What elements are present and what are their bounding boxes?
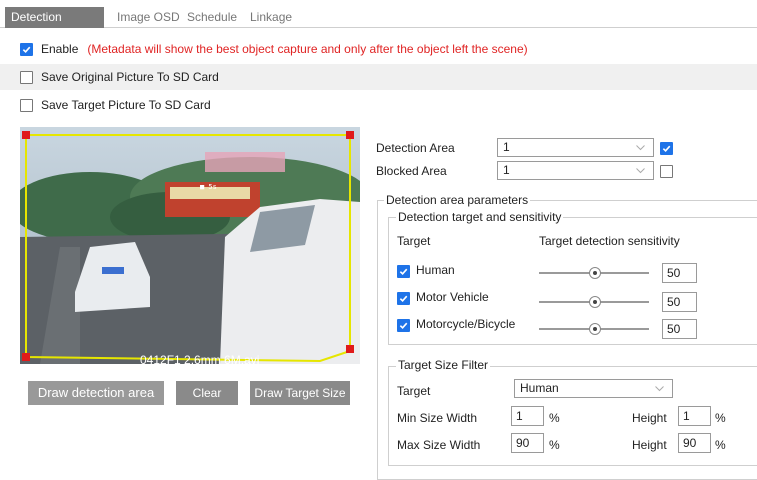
draw-target-size-button[interactable]: Draw Target Size [250, 381, 350, 405]
tab-image-osd[interactable]: Image OSD [111, 7, 186, 28]
target-size-filter-title: Target Size Filter [396, 358, 491, 372]
min-height-unit: % [715, 411, 726, 425]
slider-knob[interactable] [589, 296, 601, 308]
chevron-down-icon [655, 386, 664, 392]
clear-button[interactable]: Clear [176, 381, 238, 405]
size-target-select[interactable]: Human [514, 379, 673, 398]
min-width-label: Min Size Width [397, 411, 478, 425]
slider-knob[interactable] [589, 267, 601, 279]
motor-vehicle-sensitivity-input[interactable]: 50 [662, 292, 697, 312]
save-target-checkbox[interactable] [20, 98, 33, 112]
chevron-down-icon [636, 168, 645, 174]
motor-vehicle-sensitivity-slider[interactable] [539, 296, 649, 308]
min-height-label: Height [632, 411, 667, 425]
target-sensitivity-title: Detection target and sensitivity [396, 210, 564, 224]
blocked-area-label: Blocked Area [376, 164, 447, 178]
detection-area-select[interactable]: 1 [497, 138, 654, 157]
tab-detection-config[interactable]: Detection Config [5, 7, 104, 45]
slider-knob[interactable] [589, 323, 601, 335]
video-overlay-text: 0412F1 2.6mm 6M.avi [140, 353, 260, 364]
save-original-row: Save Original Picture To SD Card [0, 64, 757, 90]
tab-bar: Detection Config Image OSD Schedule Link… [0, 0, 757, 45]
draw-detection-area-button[interactable]: Draw detection area [28, 381, 164, 405]
save-target-row: Save Target Picture To SD Card [0, 92, 757, 118]
motorcycle-bicycle-label: Motorcycle/Bicycle [416, 317, 516, 331]
human-checkbox[interactable] [397, 265, 410, 278]
max-width-unit: % [549, 438, 560, 452]
human-sensitivity-slider[interactable] [539, 267, 649, 279]
blocked-area-select[interactable]: 1 [497, 161, 654, 180]
blocked-area-checkbox[interactable] [660, 165, 673, 178]
human-label: Human [416, 263, 455, 277]
max-width-input[interactable]: 90 [511, 433, 544, 453]
motor-vehicle-label: Motor Vehicle [416, 290, 489, 304]
max-height-unit: % [715, 438, 726, 452]
save-original-label: Save Original Picture To SD Card [41, 70, 219, 84]
save-original-checkbox[interactable] [20, 70, 33, 84]
size-target-label: Target [397, 384, 431, 398]
motorcycle-bicycle-checkbox[interactable] [397, 319, 410, 332]
detection-params-title: Detection area parameters [384, 193, 531, 207]
detection-area-label: Detection Area [376, 141, 455, 155]
enable-row: Enable (Metadata will show the best obje… [0, 36, 757, 62]
col-target-label: Target [397, 234, 431, 248]
tab-schedule[interactable]: Schedule [181, 7, 243, 28]
tab-linkage[interactable]: Linkage [244, 7, 298, 28]
max-width-label: Max Size Width [397, 438, 481, 452]
chevron-down-icon [636, 145, 645, 151]
motorcycle-bicycle-sensitivity-slider[interactable] [539, 323, 649, 335]
enable-label: Enable [41, 42, 79, 56]
min-width-input[interactable]: 1 [511, 406, 544, 426]
detection-area-checkbox[interactable] [660, 142, 673, 155]
video-preview[interactable]: ■ 5s 0412F1 2.6mm 6M.avi [20, 127, 360, 364]
motor-vehicle-checkbox[interactable] [397, 292, 410, 305]
save-target-label: Save Target Picture To SD Card [41, 98, 211, 112]
max-height-input[interactable]: 90 [678, 433, 711, 453]
enable-note: (Metadata will show the best object capt… [87, 42, 528, 56]
detection-area-value: 1 [503, 140, 510, 154]
min-height-input[interactable]: 1 [678, 406, 711, 426]
max-height-label: Height [632, 438, 667, 452]
col-sensitivity-label: Target detection sensitivity [539, 234, 680, 248]
min-width-unit: % [549, 411, 560, 425]
enable-checkbox[interactable] [20, 42, 33, 56]
svg-text:■ 5s: ■ 5s [200, 183, 217, 191]
motorcycle-bicycle-sensitivity-input[interactable]: 50 [662, 319, 697, 339]
human-sensitivity-input[interactable]: 50 [662, 263, 697, 283]
size-target-value: Human [520, 381, 559, 395]
video-scene: ■ 5s [20, 127, 360, 364]
blocked-area-value: 1 [503, 163, 510, 177]
